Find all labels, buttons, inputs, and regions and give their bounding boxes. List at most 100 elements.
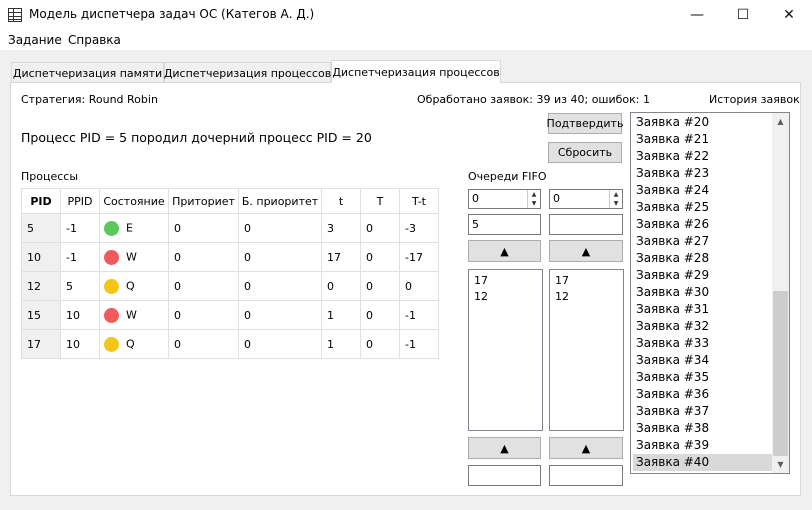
history-item[interactable]: Заявка #34	[633, 352, 772, 369]
spin-down-icon[interactable]: ▼	[610, 199, 622, 208]
header-pid[interactable]: PID	[21, 188, 61, 214]
queue1-list[interactable]: 17 12	[468, 269, 543, 431]
table-cell[interactable]: 0	[168, 329, 239, 359]
history-item[interactable]: Заявка #22	[633, 148, 772, 165]
history-item[interactable]: Заявка #37	[633, 403, 772, 420]
tab-memory[interactable]: Диспетчеризация памяти	[11, 62, 164, 83]
table-cell[interactable]: -3	[399, 213, 439, 243]
table-cell[interactable]: 0	[168, 300, 239, 330]
table-cell[interactable]: 0	[360, 242, 400, 272]
table-cell[interactable]: 0	[168, 271, 239, 301]
queue1-bottom-field[interactable]	[468, 465, 541, 486]
list-item[interactable]: 12	[474, 289, 537, 305]
table-cell[interactable]: 1	[321, 329, 361, 359]
scroll-up-icon[interactable]: ▲	[772, 113, 789, 130]
state-cell[interactable]: E	[99, 213, 169, 243]
table-cell[interactable]: 17	[321, 242, 361, 272]
queue2-list[interactable]: 17 12	[549, 269, 624, 431]
state-cell[interactable]: W	[99, 242, 169, 272]
history-item[interactable]: Заявка #27	[633, 233, 772, 250]
header-T[interactable]: T	[360, 188, 400, 214]
table-cell[interactable]: 10	[21, 242, 61, 272]
queue2-field[interactable]	[549, 214, 623, 235]
table-cell[interactable]: 0	[168, 242, 239, 272]
tab-processes[interactable]: Диспетчеризация процессов	[164, 62, 331, 83]
table-cell[interactable]: 0	[238, 329, 322, 359]
table-cell[interactable]: 5	[21, 213, 61, 243]
history-item[interactable]: Заявка #25	[633, 199, 772, 216]
history-item[interactable]: Заявка #21	[633, 131, 772, 148]
table-cell[interactable]: 15	[21, 300, 61, 330]
queue1-pop-button[interactable]: ▲	[468, 437, 541, 459]
header-ppid[interactable]: PPID	[60, 188, 100, 214]
header-priority[interactable]: Приториет	[168, 188, 239, 214]
minimize-button[interactable]: —	[674, 0, 720, 30]
table-cell[interactable]: 0	[360, 329, 400, 359]
history-item[interactable]: Заявка #32	[633, 318, 772, 335]
table-cell[interactable]: 12	[21, 271, 61, 301]
queue2-bottom-field[interactable]	[549, 465, 623, 486]
table-cell[interactable]: 3	[321, 213, 361, 243]
queue1-spinbox[interactable]: 0 ▲ ▼	[468, 189, 541, 209]
history-item[interactable]: Заявка #28	[633, 250, 772, 267]
table-cell[interactable]: -1	[399, 329, 439, 359]
table-cell[interactable]: 10	[60, 300, 100, 330]
table-cell[interactable]: 1	[321, 300, 361, 330]
table-cell[interactable]: -1	[399, 300, 439, 330]
table-cell[interactable]: 0	[399, 271, 439, 301]
table-cell[interactable]: 0	[360, 271, 400, 301]
state-cell[interactable]: W	[99, 300, 169, 330]
header-T-minus-t[interactable]: T-t	[399, 188, 439, 214]
header-t[interactable]: t	[321, 188, 361, 214]
queue2-push-button[interactable]: ▲	[549, 240, 623, 262]
table-cell[interactable]: 0	[321, 271, 361, 301]
history-item[interactable]: Заявка #35	[633, 369, 772, 386]
history-item[interactable]: Заявка #39	[633, 437, 772, 454]
history-item[interactable]: Заявка #29	[633, 267, 772, 284]
list-item[interactable]: 17	[555, 273, 618, 289]
table-row[interactable]: 15 10 W 0 0 1 0 -1	[21, 300, 439, 330]
menu-task[interactable]: Задание	[8, 33, 62, 47]
table-row[interactable]: 10 -1 W 0 0 17 0 -17	[21, 242, 439, 272]
header-base-priority[interactable]: Б. приоритет	[238, 188, 322, 214]
header-state[interactable]: Состояние	[99, 188, 169, 214]
table-cell[interactable]: 0	[238, 300, 322, 330]
table-cell[interactable]: 5	[60, 271, 100, 301]
list-item[interactable]: 12	[555, 289, 618, 305]
table-row[interactable]: 12 5 Q 0 0 0 0 0	[21, 271, 439, 301]
table-row[interactable]: 17 10 Q 0 0 1 0 -1	[21, 329, 439, 359]
history-list[interactable]: Заявка #20 Заявка #21 Заявка #22 Заявка #23…	[630, 112, 790, 474]
history-item[interactable]: Заявка #30	[633, 284, 772, 301]
state-cell[interactable]: Q	[99, 271, 169, 301]
table-cell[interactable]: 0	[360, 213, 400, 243]
menu-help[interactable]: Справка	[68, 33, 121, 47]
history-item[interactable]: Заявка #38	[633, 420, 772, 437]
history-item[interactable]: Заявка #23	[633, 165, 772, 182]
queue2-pop-button[interactable]: ▲	[549, 437, 623, 459]
table-cell[interactable]: -1	[60, 242, 100, 272]
spin-up-icon[interactable]: ▲	[528, 190, 540, 199]
scroll-thumb[interactable]	[773, 291, 788, 456]
table-cell[interactable]: -17	[399, 242, 439, 272]
queue1-field[interactable]: 5	[468, 214, 541, 235]
table-cell[interactable]: 0	[168, 213, 239, 243]
maximize-button[interactable]: ☐	[720, 0, 766, 30]
spin-up-icon[interactable]: ▲	[610, 190, 622, 199]
history-scrollbar[interactable]: ▲ ▼	[772, 113, 789, 473]
state-cell[interactable]: Q	[99, 329, 169, 359]
queue2-spinbox[interactable]: 0 ▲ ▼	[549, 189, 623, 209]
table-cell[interactable]: 0	[360, 300, 400, 330]
history-item[interactable]: Заявка #24	[633, 182, 772, 199]
history-item[interactable]: Заявка #26	[633, 216, 772, 233]
history-item[interactable]: Заявка #31	[633, 301, 772, 318]
table-row[interactable]: 5 -1 E 0 0 3 0 -3	[21, 213, 439, 243]
table-cell[interactable]: 0	[238, 242, 322, 272]
reset-button[interactable]: Сбросить	[548, 142, 622, 163]
history-item[interactable]: Заявка #20	[633, 114, 772, 131]
history-item[interactable]: Заявка #36	[633, 386, 772, 403]
table-cell[interactable]: 0	[238, 213, 322, 243]
scroll-down-icon[interactable]: ▼	[772, 456, 789, 473]
history-item[interactable]: Заявка #40	[633, 454, 772, 471]
spin-down-icon[interactable]: ▼	[528, 199, 540, 208]
queue2-spin-arrows[interactable]: ▲ ▼	[609, 190, 622, 208]
